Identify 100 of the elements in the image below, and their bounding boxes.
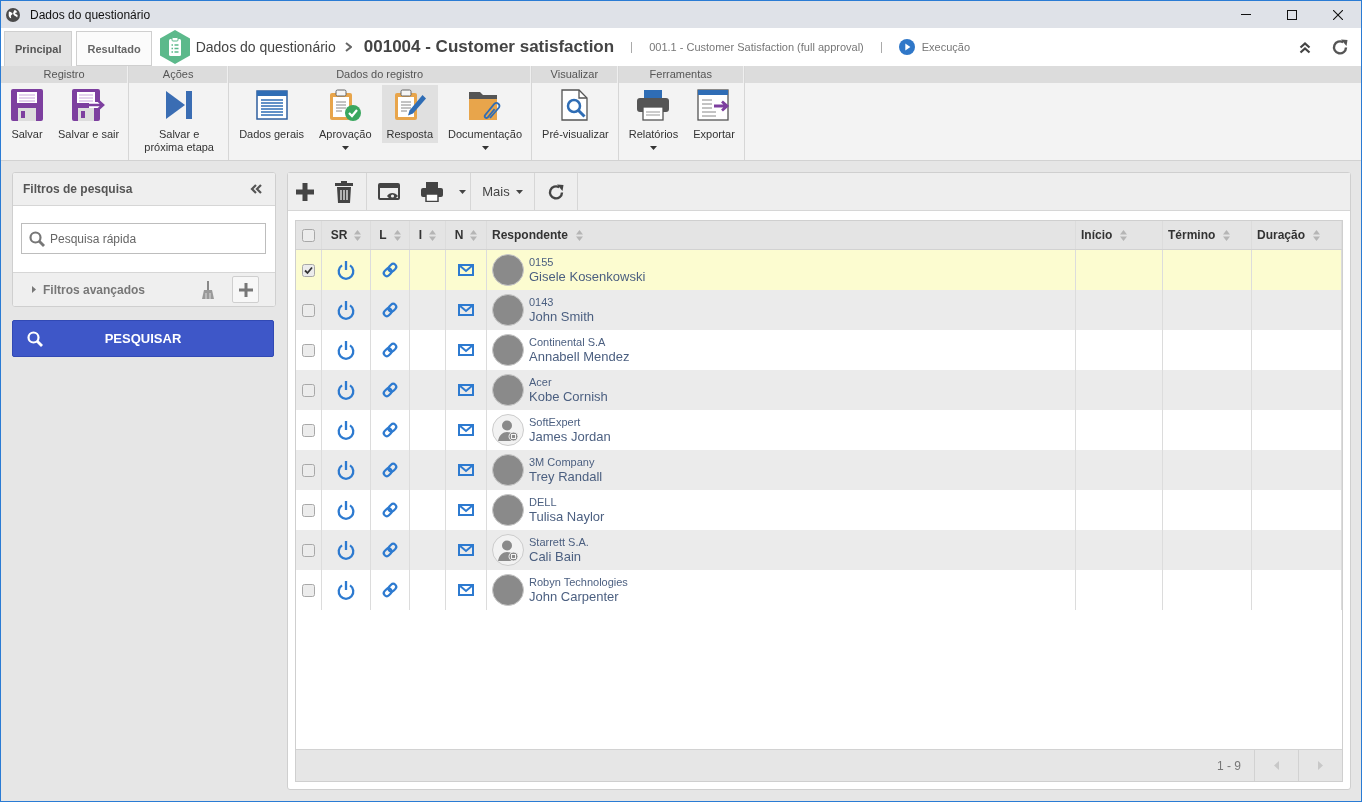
company-name: Acer — [529, 375, 553, 389]
link-icon[interactable] — [381, 501, 399, 519]
power-icon — [337, 380, 355, 400]
search-field[interactable]: Pesquisa rápida — [21, 223, 266, 254]
approval-button[interactable]: Aprovação — [313, 85, 377, 152]
broom-icon[interactable] — [202, 280, 214, 299]
preview-button[interactable]: Pré-visualizar — [537, 85, 614, 143]
advanced-filters-toggle[interactable]: Filtros avançados — [32, 282, 146, 297]
response-button[interactable]: Resposta — [381, 85, 439, 143]
row-checkbox[interactable] — [302, 383, 315, 397]
plus-icon — [238, 282, 253, 297]
sort-icon — [470, 229, 478, 241]
save-button[interactable]: Salvar — [6, 85, 48, 143]
double-chevron-left-icon[interactable] — [250, 184, 262, 194]
column-header[interactable]: Término — [1168, 228, 1216, 242]
tab[interactable]: Principal — [4, 31, 73, 66]
envelope-icon[interactable] — [458, 264, 474, 276]
row-checkbox[interactable] — [302, 423, 315, 437]
refresh-icon[interactable] — [1331, 38, 1349, 56]
select-all-checkbox[interactable] — [302, 228, 315, 242]
search-icon — [27, 330, 43, 347]
tab[interactable]: Resultado — [76, 31, 152, 66]
link-icon[interactable] — [381, 381, 399, 399]
sort-icon — [576, 229, 583, 241]
company-name: SoftExpert — [529, 415, 582, 429]
envelope-icon[interactable] — [458, 584, 474, 596]
globe-icon — [6, 7, 20, 22]
respondent-name: Annabell Mendez — [529, 348, 630, 365]
documentation-button[interactable]: Documentação — [443, 85, 528, 152]
company-name: Continental S.A — [529, 335, 607, 349]
save-and-exit-button[interactable]: Salvar e sair — [53, 85, 125, 143]
row-checkbox[interactable] — [302, 543, 315, 557]
double-chevron-up-icon[interactable] — [1299, 40, 1311, 54]
column-header[interactable]: L — [379, 228, 387, 242]
page-range: 1 - 9 — [1217, 758, 1241, 773]
table-row[interactable]: Starrett S.A. Cali Bain — [296, 530, 1342, 570]
link-icon[interactable] — [381, 301, 399, 319]
link-icon[interactable] — [381, 261, 399, 279]
envelope-icon[interactable] — [458, 344, 474, 356]
column-header[interactable]: SR — [330, 228, 348, 242]
play-circle-icon — [898, 39, 915, 55]
table-row[interactable]: 0155 Gisele Kosenkowski — [296, 250, 1342, 290]
row-checkbox[interactable] — [302, 463, 315, 477]
respondent-name: Gisele Kosenkowski — [529, 268, 646, 285]
row-checkbox[interactable] — [302, 263, 315, 277]
link-icon[interactable] — [381, 341, 399, 359]
envelope-icon[interactable] — [458, 464, 474, 476]
caret-icon — [458, 189, 466, 194]
respondent-name: Tulisa Naylor — [529, 508, 605, 525]
power-icon — [337, 460, 355, 480]
table-row[interactable]: Acer Kobe Cornish — [296, 370, 1342, 410]
respondent-name: Trey Randall — [529, 468, 603, 485]
row-checkbox[interactable] — [302, 303, 315, 317]
power-icon — [337, 300, 355, 320]
record-title: 001004 - Customer satisfaction — [363, 37, 615, 57]
reports-button[interactable]: Relatórios — [623, 85, 684, 152]
power-icon — [337, 540, 355, 560]
caret-icon — [515, 189, 523, 194]
row-checkbox[interactable] — [302, 343, 315, 357]
envelope-icon[interactable] — [458, 504, 474, 516]
table-row[interactable]: 3M Company Trey Randall — [296, 450, 1342, 490]
column-header[interactable]: I — [418, 228, 423, 242]
general-data-button[interactable]: Dados gerais — [234, 85, 309, 143]
column-header[interactable]: N — [454, 228, 464, 242]
revision-label: 001.1 - Customer Satisfaction (full approval) — [649, 41, 864, 53]
link-icon[interactable] — [381, 541, 399, 559]
table-row[interactable]: 0143 John Smith — [296, 290, 1342, 330]
envelope-icon[interactable] — [458, 304, 474, 316]
link-icon[interactable] — [381, 421, 399, 439]
row-checkbox[interactable] — [302, 503, 315, 517]
link-icon[interactable] — [381, 581, 399, 599]
save-next-step-button[interactable]: Salvar e próxima etapa — [134, 85, 225, 156]
add-filter-button[interactable] — [232, 276, 259, 303]
skip-forward-icon — [166, 91, 193, 119]
envelope-icon[interactable] — [458, 424, 474, 436]
caret-icon — [341, 146, 349, 150]
sort-icon — [1313, 229, 1321, 241]
respondent-name: Cali Bain — [529, 548, 583, 565]
column-header[interactable]: Respondente — [492, 228, 568, 242]
link-icon[interactable] — [381, 461, 399, 479]
power-icon — [337, 340, 355, 360]
respondent-name: Kobe Cornish — [529, 388, 608, 405]
column-header[interactable]: Duração — [1257, 228, 1306, 242]
status-label: Execução — [921, 41, 971, 53]
envelope-icon[interactable] — [458, 544, 474, 556]
breadcrumb-link[interactable]: Dados do questionário — [195, 39, 336, 55]
company-name: 0143 — [529, 295, 555, 309]
more-button[interactable]: Mais — [471, 173, 534, 210]
clipboard-pencil-icon — [393, 89, 426, 121]
window-eye-icon — [377, 182, 400, 201]
column-header[interactable]: Início — [1081, 228, 1113, 242]
envelope-icon[interactable] — [458, 384, 474, 396]
chevron-right-icon — [344, 42, 352, 52]
caret-right-icon — [1318, 761, 1323, 770]
company-name: 0155 — [529, 255, 555, 269]
export-button[interactable]: Exportar — [688, 85, 740, 143]
power-icon — [337, 260, 355, 280]
row-checkbox[interactable] — [302, 583, 315, 597]
plus-icon — [296, 182, 314, 201]
search-button[interactable]: PESQUISAR — [12, 320, 274, 357]
